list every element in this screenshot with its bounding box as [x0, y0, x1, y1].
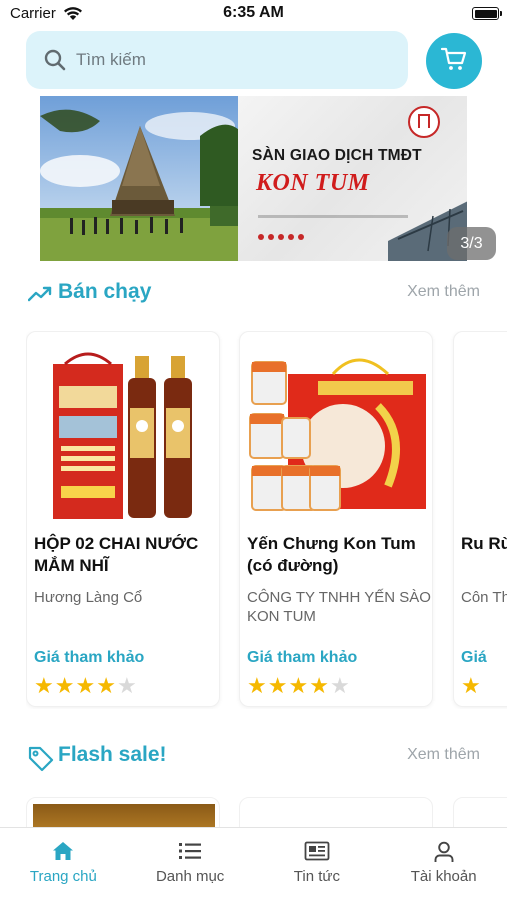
bottom-tab-bar: Trang chủ Danh mục Tin tức Tài khoản — [0, 827, 507, 900]
product-name: Ru Rù — [461, 534, 507, 553]
star-icon: ★ — [288, 673, 309, 698]
tab-label: Tin tức — [293, 868, 340, 885]
product-card[interactable]: Yến Chưng Kon Tum (có đường) CÔNG TY TNH… — [239, 331, 433, 707]
product-name: Yến Chưng Kon Tum (có đường) — [247, 534, 416, 575]
newspaper-icon — [304, 841, 330, 866]
product-image — [33, 804, 215, 828]
product-seller: Côn Thi — [461, 589, 507, 606]
banner-title: SÀN GIAO DỊCH TMĐT — [252, 147, 422, 164]
flash-sale-see-more-link[interactable]: Xem thêm — [407, 746, 480, 764]
best-sellers-see-more-link[interactable]: Xem thêm — [407, 283, 480, 301]
flash-sale-card[interactable] — [26, 797, 220, 828]
product-image — [35, 346, 213, 524]
product-seller: CÔNG TY TNHH YẾN SÀO KON TUM — [247, 589, 431, 625]
tab-account[interactable]: Tài khoản — [380, 828, 507, 900]
flash-sale-list[interactable] — [26, 797, 507, 828]
product-price: Giá — [461, 649, 487, 666]
tab-label: Tài khoản — [410, 868, 477, 885]
tab-label: Danh mục — [155, 868, 225, 885]
tab-news[interactable]: Tin tức — [254, 828, 381, 900]
star-icon: ★ — [54, 673, 75, 698]
cart-icon — [440, 46, 468, 77]
product-rating: ★ ★ ★ ★ ★ — [247, 674, 350, 698]
tab-home[interactable]: Trang chủ — [0, 828, 127, 900]
list-icon — [178, 841, 202, 866]
best-sellers-list[interactable]: HỘP 02 CHAI NƯỚC MẮM NHĨ Hương Làng Cổ G… — [26, 331, 507, 709]
banner-tagline — [258, 215, 408, 218]
flash-sale-header: Flash sale! Xem thêm — [28, 743, 480, 773]
banner-page-indicator: 3/3 — [447, 227, 496, 260]
cart-button[interactable] — [426, 33, 482, 89]
best-sellers-title: Bán chạy — [58, 280, 152, 303]
search-input[interactable] — [76, 31, 396, 89]
search-icon — [43, 48, 67, 77]
banner-photo — [40, 96, 240, 261]
star-icon: ★ — [309, 673, 329, 698]
clock: 6:35 AM — [223, 4, 284, 21]
star-icon: ★ — [75, 673, 96, 698]
best-sellers-header: Bán chạy Xem thêm — [27, 280, 480, 310]
banner-social-icons — [258, 234, 304, 240]
home-icon — [52, 841, 74, 866]
user-icon — [433, 841, 455, 868]
flash-sale-card[interactable] — [453, 797, 507, 828]
star-icon: ★ — [329, 673, 350, 698]
tab-categories[interactable]: Danh mục — [127, 828, 254, 900]
promo-banner[interactable]: SÀN GIAO DỊCH TMĐT KON TUM — [40, 96, 467, 261]
product-image — [248, 346, 426, 524]
flash-sale-title: Flash sale! — [58, 743, 167, 766]
star-icon: ★ — [96, 673, 116, 698]
banner-logo — [408, 106, 440, 138]
product-seller: Hương Làng Cổ — [34, 589, 143, 606]
product-price: Giá tham khảo — [34, 649, 145, 666]
battery-icon — [472, 7, 502, 20]
star-icon: ★ — [267, 673, 288, 698]
search-bar[interactable] — [26, 31, 408, 89]
star-icon: ★ — [247, 673, 267, 698]
product-card[interactable]: Ru Rù Côn Thi Giá ★ — [453, 331, 507, 707]
product-rating: ★ ★ ★ ★ ★ — [34, 674, 137, 698]
banner-subtitle: KON TUM — [256, 170, 370, 196]
product-rating: ★ — [461, 674, 481, 698]
star-icon: ★ — [34, 673, 54, 698]
tag-icon — [28, 746, 54, 777]
trending-up-icon — [27, 283, 52, 310]
status-bar: Carrier 6:35 AM — [0, 0, 507, 28]
tab-label: Trang chủ — [29, 868, 97, 885]
banner-poster: SÀN GIAO DỊCH TMĐT KON TUM — [238, 96, 467, 261]
flash-sale-card[interactable] — [239, 797, 433, 828]
product-price: Giá tham khảo — [247, 649, 358, 666]
star-icon: ★ — [461, 673, 481, 698]
product-name: HỘP 02 CHAI NƯỚC MẮM NHĨ — [34, 534, 199, 575]
product-card[interactable]: HỘP 02 CHAI NƯỚC MẮM NHĨ Hương Làng Cổ G… — [26, 331, 220, 707]
star-icon: ★ — [116, 673, 137, 698]
